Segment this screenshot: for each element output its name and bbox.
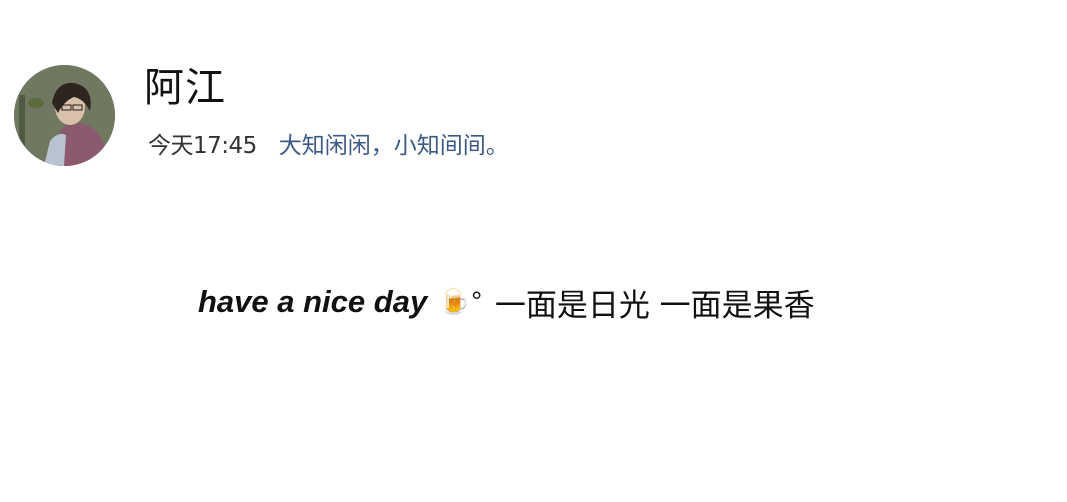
post-header: 阿江 今天17:45 大知闲闲，小知间间。	[14, 62, 714, 172]
author-signature: 大知闲闲，小知间间。	[278, 133, 509, 159]
post-meta: 今天17:45 大知闲闲，小知间间。	[148, 126, 509, 160]
avatar[interactable]	[14, 65, 115, 166]
user-avatar-icon	[14, 65, 115, 166]
post-body: have a nice day 🍺° 一面是日光 一面是果香	[198, 280, 815, 324]
post-greeting: have a nice day	[198, 284, 428, 319]
post-text: 一面是日光 一面是果香	[494, 287, 815, 324]
beer-emoji-icon: 🍺°	[439, 287, 483, 316]
page: { "author": { "name": "阿江", "avatar_icon…	[0, 0, 1067, 502]
post-time: 今天17:45	[148, 133, 257, 159]
author-name[interactable]: 阿江	[144, 62, 226, 114]
